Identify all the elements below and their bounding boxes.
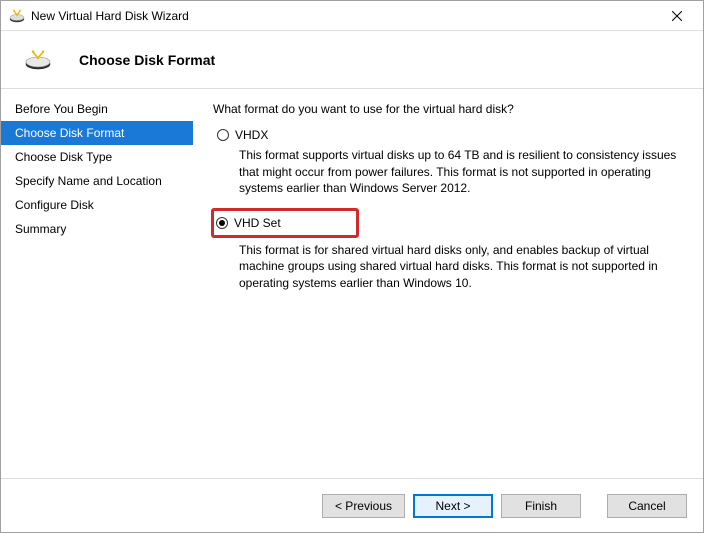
radio-vhdx[interactable] — [217, 129, 229, 141]
step-configure-disk[interactable]: Configure Disk — [1, 193, 193, 217]
app-icon — [9, 8, 25, 24]
cancel-button[interactable]: Cancel — [607, 494, 687, 518]
step-choose-disk-format[interactable]: Choose Disk Format — [1, 121, 193, 145]
question-text: What format do you want to use for the v… — [213, 101, 679, 117]
step-specify-name-location[interactable]: Specify Name and Location — [1, 169, 193, 193]
finish-button[interactable]: Finish — [501, 494, 581, 518]
option-vhdx-desc: This format supports virtual disks up to… — [239, 147, 679, 196]
option-vhdx-row[interactable]: VHDX — [217, 127, 679, 143]
step-choose-disk-type[interactable]: Choose Disk Type — [1, 145, 193, 169]
wizard-sidebar: Before You Begin Choose Disk Format Choo… — [1, 89, 193, 478]
titlebar: New Virtual Hard Disk Wizard — [1, 1, 703, 31]
window-title: New Virtual Hard Disk Wizard — [31, 9, 655, 23]
step-before-you-begin[interactable]: Before You Begin — [1, 97, 193, 121]
option-vhd-set: VHD Set This format is for shared virtua… — [213, 208, 679, 291]
option-vhdx: VHDX This format supports virtual disks … — [213, 127, 679, 196]
disk-icon — [25, 50, 51, 70]
wizard-main: What format do you want to use for the v… — [193, 89, 703, 478]
close-icon — [672, 11, 682, 21]
page-title: Choose Disk Format — [79, 52, 215, 68]
option-vhd-set-desc: This format is for shared virtual hard d… — [239, 242, 679, 291]
step-summary[interactable]: Summary — [1, 217, 193, 241]
wizard-header: Choose Disk Format — [1, 31, 703, 89]
radio-vhd-set[interactable] — [216, 217, 228, 229]
wizard-window: New Virtual Hard Disk Wizard Choose Disk… — [0, 0, 704, 533]
option-vhd-set-row[interactable]: VHD Set — [211, 208, 359, 238]
close-button[interactable] — [655, 2, 699, 30]
wizard-body: Before You Begin Choose Disk Format Choo… — [1, 89, 703, 478]
option-vhdx-label[interactable]: VHDX — [235, 127, 268, 143]
option-vhd-set-label[interactable]: VHD Set — [234, 215, 281, 231]
previous-button[interactable]: < Previous — [322, 494, 405, 518]
next-button[interactable]: Next > — [413, 494, 493, 518]
wizard-footer: < Previous Next > Finish Cancel — [1, 478, 703, 532]
